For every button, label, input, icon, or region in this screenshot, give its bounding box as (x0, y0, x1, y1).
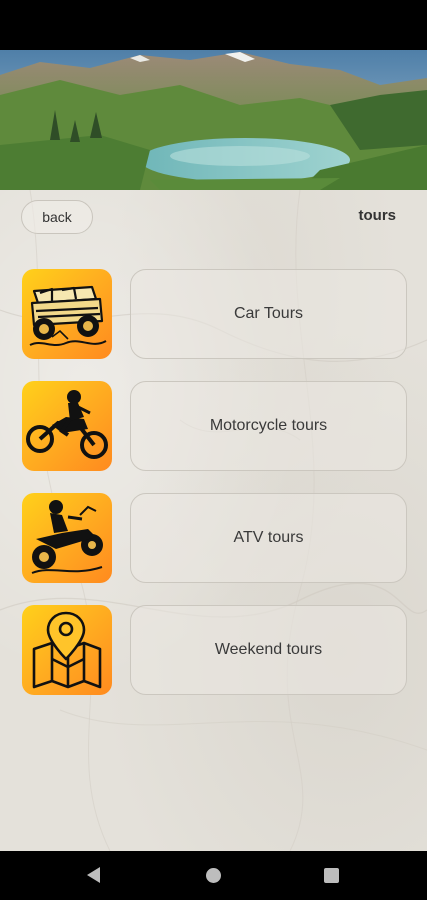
tour-row-weekend: Weekend tours (0, 605, 427, 697)
hero-image (0, 50, 427, 190)
weekend-tours-button[interactable]: Weekend tours (130, 605, 407, 695)
tours-screen: back tours Car Tours Motorcycle tours AT… (0, 190, 427, 851)
phone-screen: back tours Car Tours Motorcycle tours AT… (0, 0, 427, 900)
status-bar (0, 0, 427, 50)
back-button[interactable]: back (21, 200, 93, 234)
page-title: tours (358, 207, 397, 224)
tour-row-atv: ATV tours (0, 493, 427, 585)
nav-recents-square-icon[interactable] (324, 868, 339, 883)
motorcycle-tours-button[interactable]: Motorcycle tours (130, 381, 407, 471)
jeep-icon[interactable] (22, 269, 112, 359)
map-pin-icon[interactable] (22, 605, 112, 695)
system-navigation-bar (0, 851, 427, 900)
tour-row-motorcycle: Motorcycle tours (0, 381, 427, 473)
motorcycle-icon[interactable] (22, 381, 112, 471)
atv-tours-button[interactable]: ATV tours (130, 493, 407, 583)
tour-row-car: Car Tours (0, 269, 427, 361)
nav-home-circle-icon[interactable] (206, 868, 221, 883)
atv-icon[interactable] (22, 493, 112, 583)
mountain-lake-photo (0, 50, 427, 190)
nav-back-triangle-icon[interactable] (87, 867, 100, 883)
car-tours-button[interactable]: Car Tours (130, 269, 407, 359)
